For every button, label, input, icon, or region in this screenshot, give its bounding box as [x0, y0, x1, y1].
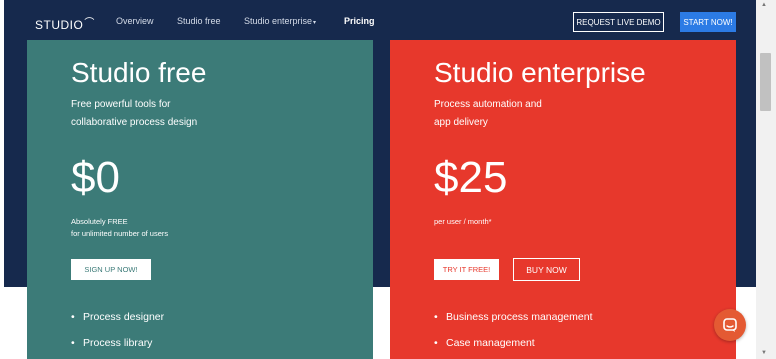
try-free-button[interactable]: TRY IT FREE!	[434, 259, 499, 280]
nav-link-overview[interactable]: Overview	[116, 16, 154, 26]
arrow-down-icon[interactable]: ▼	[761, 350, 767, 356]
card-title: Studio enterprise	[434, 57, 646, 88]
start-now-button[interactable]: START NOW!	[680, 12, 736, 32]
logo-arc-icon: ⌒	[84, 18, 95, 29]
card-subtitle: Process automation and app delivery	[434, 99, 542, 128]
sign-up-button[interactable]: SIGN UP NOW!	[71, 259, 151, 280]
chat-bubble-icon	[723, 318, 737, 332]
logo-text: STUDIO	[35, 18, 84, 32]
price-note: per user / month*	[434, 217, 492, 226]
list-item: • Case management	[434, 337, 593, 359]
nav-link-label: Studio enterprise	[244, 16, 313, 26]
feature-list: • Business process management • Case manag…	[434, 311, 593, 359]
bullet-icon: •	[71, 311, 75, 323]
bullet-icon: •	[434, 337, 438, 349]
chat-button[interactable]	[714, 309, 746, 341]
price: $25	[434, 153, 508, 202]
card-subtitle: Free powerful tools for collaborative pr…	[71, 99, 198, 128]
card-title: Studio free	[71, 57, 207, 88]
bullet-icon: •	[71, 337, 75, 349]
studio-enterprise-card: Studio enterprise Process automation and…	[390, 40, 736, 359]
feature-label: Process library	[83, 337, 153, 349]
list-item: • Process designer	[71, 311, 164, 337]
price-note: Absolutely FREE for unlimited number of …	[71, 217, 169, 238]
feature-label: Case management	[446, 337, 535, 349]
arrow-up-icon[interactable]: ▲	[761, 2, 767, 8]
studio-free-card: Studio free Free powerful tools for coll…	[27, 40, 373, 359]
price: $0	[71, 153, 120, 202]
feature-label: Process designer	[83, 311, 165, 323]
list-item: • Business process management	[434, 311, 593, 337]
nav-link-studio-free[interactable]: Studio free	[177, 16, 221, 26]
pricing-page: STUDIO⌒ Overview Studio free Studio ente…	[0, 0, 776, 359]
studio-logo[interactable]: STUDIO⌒	[35, 14, 95, 32]
buy-now-button[interactable]: BUY NOW	[513, 258, 580, 281]
nav-link-pricing[interactable]: Pricing	[344, 16, 375, 26]
nav-link-studio-enterprise[interactable]: Studio enterprise▾	[244, 16, 316, 26]
feature-list: • Process designer • Process library	[71, 311, 164, 359]
scrollbar-thumb[interactable]	[760, 53, 771, 111]
request-demo-button[interactable]: REQUEST LIVE DEMO	[573, 12, 664, 32]
bullet-icon: •	[434, 311, 438, 323]
feature-label: Business process management	[446, 311, 593, 323]
list-item: • Process library	[71, 337, 164, 359]
chevron-down-icon: ▾	[313, 20, 317, 26]
